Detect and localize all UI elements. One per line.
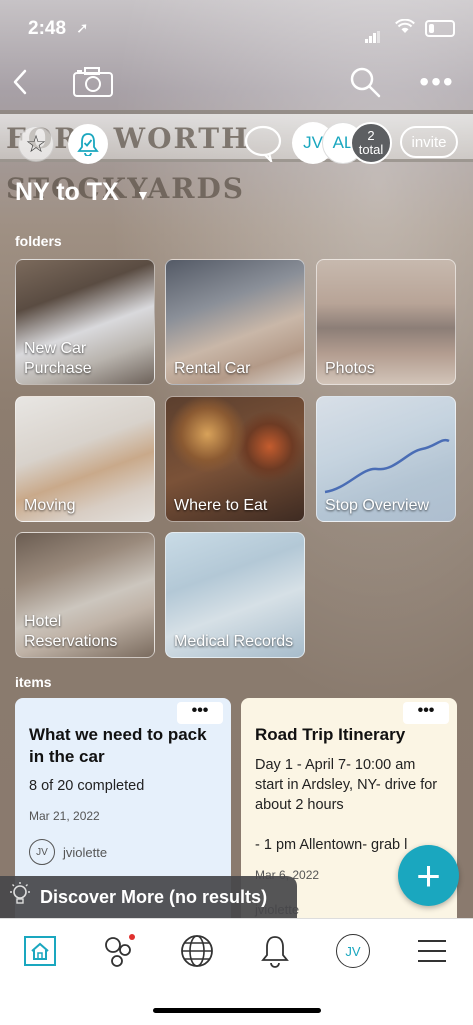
home-icon: [24, 936, 56, 966]
hamburger-icon: [418, 940, 446, 962]
more-options-button[interactable]: •••: [413, 62, 461, 102]
author-name: jviolette: [63, 844, 108, 860]
item-progress: 8 of 20 completed: [29, 778, 145, 794]
camera-button[interactable]: [72, 62, 114, 102]
member-total-label: total: [358, 142, 384, 157]
chat-bubble-icon: [244, 125, 282, 162]
discover-label: Discover More (no results): [40, 886, 268, 907]
folder-medical-records[interactable]: Medical Records: [165, 532, 305, 658]
search-button[interactable]: [345, 62, 385, 102]
item-options-button[interactable]: •••: [403, 702, 449, 724]
add-item-button[interactable]: +: [398, 845, 459, 906]
discover-more-bar[interactable]: Discover More (no results): [0, 876, 297, 918]
project-dropdown-caret-icon[interactable]: ▼: [136, 187, 150, 203]
location-arrow-icon: ➚: [76, 20, 89, 37]
item-title: Road Trip Itinerary: [255, 725, 406, 744]
globe-icon: [181, 935, 213, 967]
folder-stop-overview[interactable]: Stop Overview: [316, 396, 456, 522]
search-icon: [350, 67, 381, 98]
member-total-badge[interactable]: 2 total: [350, 122, 392, 164]
signal-icon: [365, 25, 381, 43]
item-author: JV jviolette: [29, 839, 107, 865]
items-heading: items: [15, 674, 52, 690]
folder-moving[interactable]: Moving: [15, 396, 155, 522]
nav-menu[interactable]: [412, 931, 452, 971]
bell-icon: [77, 133, 99, 156]
project-title[interactable]: NY to TX: [15, 178, 119, 207]
profile-icon: JV: [336, 934, 370, 968]
camera-icon: [73, 67, 113, 97]
bell-icon: [261, 936, 289, 968]
favorite-button[interactable]: ☆: [18, 126, 54, 162]
home-indicator: [153, 1008, 321, 1013]
folder-rental-car[interactable]: Rental Car: [165, 259, 305, 385]
more-dots-icon: •••: [419, 66, 455, 97]
folders-heading: folders: [15, 233, 62, 249]
notify-bell-button[interactable]: [68, 124, 108, 164]
nav-profile[interactable]: JV: [333, 931, 373, 971]
top-toolbar: •••: [0, 62, 473, 102]
folder-where-to-eat[interactable]: Where to Eat: [165, 396, 305, 522]
wifi-icon: [395, 18, 415, 39]
item-body: Day 1 - April 7- 10:00 am start in Ardsl…: [255, 757, 438, 853]
member-total-count: 2: [367, 128, 375, 143]
chat-button[interactable]: [242, 122, 284, 164]
item-date: Mar 21, 2022: [29, 809, 100, 823]
nav-notifications[interactable]: [255, 931, 295, 971]
nav-network[interactable]: [99, 931, 139, 971]
back-button[interactable]: [8, 62, 32, 102]
battery-icon: [425, 20, 455, 37]
invite-button[interactable]: invite: [400, 126, 458, 158]
status-bar: 2:48 ➚: [0, 0, 473, 50]
item-title: What we need to pack in the car: [29, 725, 207, 766]
folder-new-car-purchase[interactable]: New Car Purchase: [15, 259, 155, 385]
network-icon: [105, 934, 135, 967]
lightbulb-icon: [0, 881, 40, 913]
chevron-left-icon: [13, 69, 27, 95]
folder-photos[interactable]: Photos: [316, 259, 456, 385]
status-time: 2:48: [28, 18, 67, 39]
item-options-button[interactable]: •••: [177, 702, 223, 724]
star-icon: ☆: [25, 130, 47, 158]
nav-home[interactable]: [20, 931, 60, 971]
folder-hotel-reservations[interactable]: Hotel Reservations: [15, 532, 155, 658]
nav-explore[interactable]: [177, 931, 217, 971]
author-avatar: JV: [29, 839, 55, 865]
